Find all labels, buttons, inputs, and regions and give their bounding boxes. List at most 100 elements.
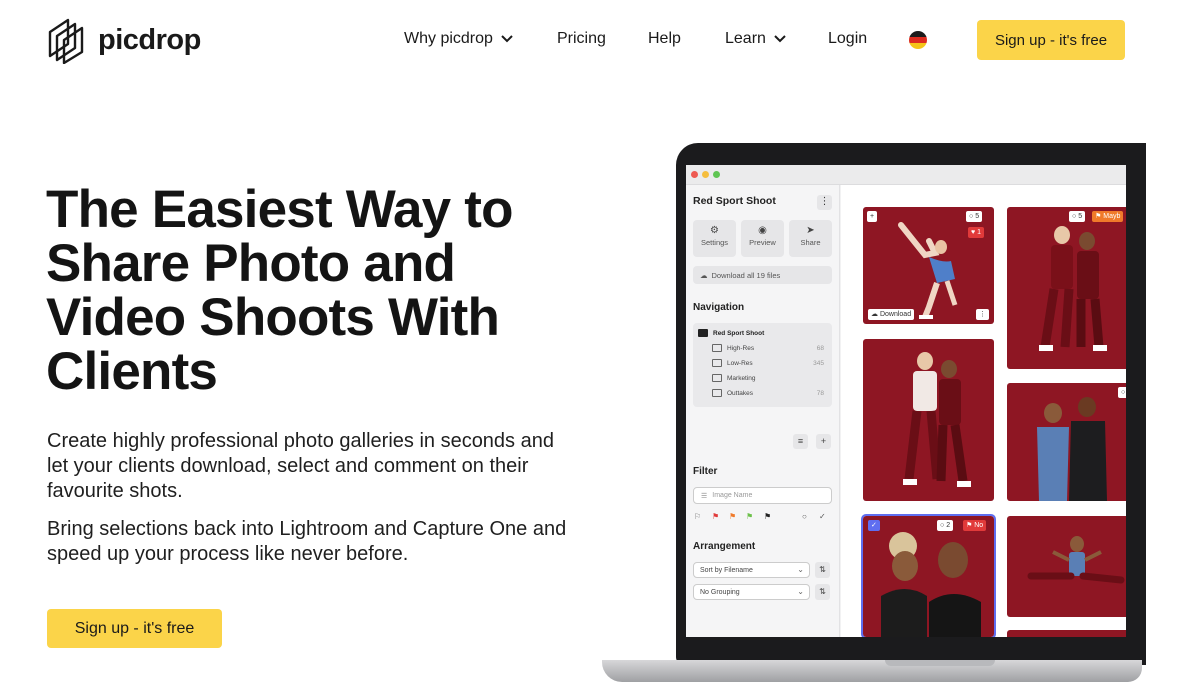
folder-name: High-Res bbox=[727, 344, 755, 352]
flag-red-icon[interactable]: ⚑ bbox=[712, 512, 719, 522]
hero-signup-button[interactable]: Sign up - it's free bbox=[47, 609, 222, 648]
athlete-photo bbox=[903, 352, 971, 487]
folder-name: Red Sport Shoot bbox=[713, 329, 765, 337]
flag-outline-icon[interactable]: ⚐ bbox=[694, 512, 701, 522]
folder-root[interactable]: Red Sport Shoot bbox=[698, 329, 824, 337]
athlete-photo bbox=[1039, 226, 1107, 351]
photo-card[interactable]: ○ bbox=[1007, 383, 1126, 501]
selected-checkbox-icon[interactable]: ✓ bbox=[868, 520, 880, 531]
folder-item[interactable]: Outtakes 78 bbox=[712, 389, 824, 397]
chevron-down-icon bbox=[501, 35, 513, 43]
nav-login[interactable]: Login bbox=[828, 30, 867, 48]
grouping-select-value: No Grouping bbox=[700, 588, 740, 596]
comment-filter-icon[interactable]: ○ bbox=[802, 512, 807, 522]
site-header: picdrop Why picdrop Pricing Help Learn L… bbox=[0, 0, 1200, 80]
nav-why-picdrop-label: Why picdrop bbox=[404, 30, 493, 47]
send-icon: ➤ bbox=[806, 225, 815, 236]
image-name-filter-input[interactable]: ☰ Image Name bbox=[693, 487, 832, 504]
hero-title: The Easiest Way to Share Photo and Video… bbox=[46, 183, 606, 399]
more-options-icon[interactable]: ⋮ bbox=[817, 195, 832, 210]
flag-label: No bbox=[974, 522, 984, 529]
hero-title-start: The bbox=[46, 180, 139, 239]
folder-icon bbox=[712, 389, 722, 397]
folder-icon bbox=[698, 329, 708, 337]
filter-icon: ☰ bbox=[701, 492, 708, 500]
filter-heading: Filter bbox=[693, 466, 718, 477]
folder-count: 78 bbox=[816, 389, 824, 397]
laptop-base bbox=[602, 660, 1142, 682]
nav-pricing[interactable]: Pricing bbox=[557, 30, 606, 48]
download-all-label: Download all 19 files bbox=[711, 270, 781, 280]
folder-item[interactable]: Marketing bbox=[712, 374, 824, 382]
nav-pricing-label: Pricing bbox=[557, 30, 606, 47]
sort-select-value: Sort by Filename bbox=[700, 566, 753, 574]
header-signup-button[interactable]: Sign up - it's free bbox=[977, 20, 1125, 60]
flag-black-icon[interactable]: ⚑ bbox=[764, 512, 771, 522]
nav-help[interactable]: Help bbox=[648, 30, 681, 48]
comment-count: 5 bbox=[1078, 213, 1083, 220]
preview-label: Preview bbox=[749, 238, 776, 247]
like-count: 1 bbox=[977, 229, 982, 236]
folder-name: Marketing bbox=[727, 374, 756, 382]
photo-download-button[interactable]: ☁ Download bbox=[868, 309, 915, 320]
sort-lines-icon[interactable]: ≡ bbox=[793, 434, 808, 449]
sort-select[interactable]: Sort by Filename ⌄ bbox=[693, 562, 810, 578]
comment-count-badge[interactable]: ○ 5 bbox=[1069, 211, 1086, 222]
photo-gallery: + ○ 5 ♥ 1 ☁ Download ⋮ ○ 5 ⚑ Mayb ○ ✓ ○ … bbox=[841, 185, 1126, 637]
flag-label: Mayb bbox=[1103, 213, 1121, 220]
add-to-selection-icon[interactable]: + bbox=[867, 211, 878, 222]
nav-why-picdrop[interactable]: Why picdrop bbox=[404, 30, 513, 48]
photo-card[interactable]: ○ 5 ⚑ Mayb bbox=[1007, 207, 1126, 369]
photo-more-icon[interactable]: ⋮ bbox=[976, 309, 989, 320]
close-window-icon[interactable] bbox=[691, 171, 698, 178]
window-titlebar bbox=[686, 165, 1126, 185]
filter-placeholder: Image Name bbox=[712, 492, 753, 499]
flag-green-icon[interactable]: ⚑ bbox=[746, 512, 753, 522]
comment-count-badge[interactable]: ○ 2 bbox=[937, 520, 954, 531]
photo-card[interactable]: + ○ 5 ♥ 1 ☁ Download ⋮ bbox=[863, 207, 994, 324]
photo-card[interactable] bbox=[1007, 516, 1126, 617]
comment-count: 2 bbox=[946, 522, 951, 529]
hero-description: Create highly professional photo galleri… bbox=[47, 430, 554, 502]
grouping-select[interactable]: No Grouping ⌄ bbox=[693, 584, 810, 600]
folder-item[interactable]: Low-Res 345 bbox=[712, 359, 824, 367]
hero-title-highlight: Easiest bbox=[151, 180, 333, 239]
share-button[interactable]: ➤ Share bbox=[789, 220, 832, 257]
folder-item[interactable]: High-Res 68 bbox=[712, 344, 824, 352]
folder-name: Low-Res bbox=[727, 359, 753, 367]
laptop-notch bbox=[885, 660, 995, 666]
nav-learn[interactable]: Learn bbox=[725, 30, 786, 48]
app-sidebar: Red Sport Shoot ⋮ ⚙ Settings ◉ Preview ➤… bbox=[686, 185, 840, 637]
flag-germany-icon[interactable] bbox=[909, 31, 927, 49]
add-folder-icon[interactable]: + bbox=[816, 434, 831, 449]
photo-card[interactable] bbox=[863, 339, 994, 501]
folder-name: Outtakes bbox=[727, 389, 754, 397]
folder-icon bbox=[712, 374, 722, 382]
check-filter-icon[interactable]: ✓ bbox=[819, 512, 826, 522]
chevron-down-icon: ⌄ bbox=[797, 587, 804, 596]
app-screen: Red Sport Shoot ⋮ ⚙ Settings ◉ Preview ➤… bbox=[686, 165, 1126, 637]
maybe-flag-badge[interactable]: ⚑ Mayb bbox=[1092, 211, 1124, 222]
download-all-button[interactable]: ☁ Download all 19 files bbox=[693, 266, 832, 284]
preview-button[interactable]: ◉ Preview bbox=[741, 220, 784, 257]
flag-orange-icon[interactable]: ⚑ bbox=[729, 512, 736, 522]
photo-card-selected[interactable]: ✓ ○ 2 ⚑ No bbox=[861, 514, 996, 637]
athlete-photo bbox=[881, 532, 981, 637]
grouping-direction-icon[interactable]: ⇅ bbox=[815, 584, 830, 600]
maximize-window-icon[interactable] bbox=[713, 171, 720, 178]
folder-icon bbox=[712, 344, 722, 352]
no-flag-badge[interactable]: ⚑ No bbox=[963, 520, 987, 531]
chevron-down-icon: ⌄ bbox=[797, 565, 804, 574]
hero-description-secondary: Bring selections back into Lightroom and… bbox=[47, 518, 567, 565]
minimize-window-icon[interactable] bbox=[702, 171, 709, 178]
comment-count-badge[interactable]: ○ 5 bbox=[966, 211, 983, 222]
like-count-badge[interactable]: ♥ 1 bbox=[968, 227, 985, 238]
folder-count: 68 bbox=[816, 344, 824, 352]
athlete-photo bbox=[898, 222, 958, 319]
nav-help-label: Help bbox=[648, 30, 681, 47]
photo-option-icon[interactable]: ○ bbox=[1118, 387, 1126, 398]
photo-card[interactable] bbox=[1007, 630, 1126, 637]
chevron-down-icon bbox=[774, 35, 786, 43]
settings-button[interactable]: ⚙ Settings bbox=[693, 220, 736, 257]
sort-direction-icon[interactable]: ⇅ bbox=[815, 562, 830, 578]
